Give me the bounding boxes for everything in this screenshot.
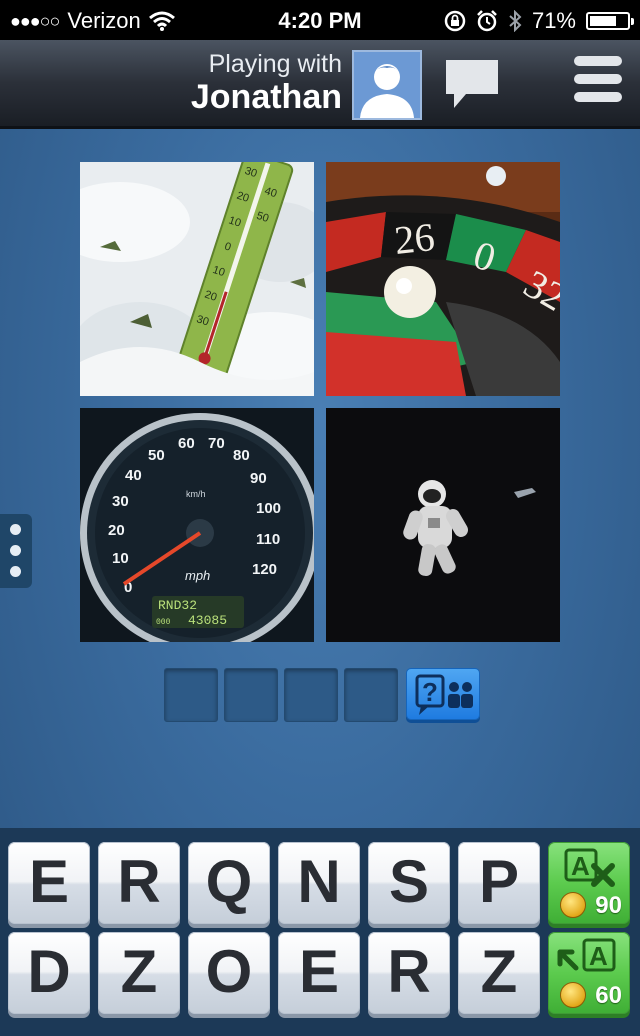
mph-tick: 80: [233, 447, 250, 464]
battery-icon: [586, 12, 634, 30]
thermometer-in-snow-image[interactable]: 30 20 10 0 10 20 30 40 50: [80, 162, 314, 396]
mph-tick: 60: [178, 435, 195, 452]
trip-label: 000: [156, 618, 171, 627]
remove-letter-icon: A: [564, 848, 615, 887]
mph-tick: 70: [208, 435, 225, 452]
ask-friends-button[interactable]: ?: [406, 668, 480, 720]
svg-text:A: A: [589, 941, 608, 971]
mph-tick: 40: [125, 467, 142, 484]
battery-level-fill: [590, 16, 616, 26]
powerup-cost: 60: [595, 982, 622, 1009]
mph-tick: 100: [256, 500, 281, 517]
letter-key[interactable]: O: [188, 932, 270, 1014]
chat-icon[interactable]: [442, 56, 502, 112]
speedometer-image[interactable]: 0 10 20 30 40 50 60 70 80 90 100 110 120…: [80, 408, 314, 642]
astronaut-in-space-image[interactable]: [326, 408, 560, 642]
remove-letters-button[interactable]: A 90: [548, 842, 630, 924]
ask-friends-icon: ?: [415, 674, 473, 715]
menu-icon[interactable]: [574, 56, 622, 110]
mph-tick: 90: [250, 470, 267, 487]
puzzle-image-grid: 30 20 10 0 10 20 30 40 50 26 0 32 0 10 2…: [80, 162, 560, 642]
alarm-icon: [477, 10, 497, 32]
letter-key[interactable]: E: [8, 842, 90, 924]
answer-slot[interactable]: [284, 668, 338, 722]
side-drawer-handle[interactable]: [0, 514, 32, 588]
answer-slot[interactable]: [164, 668, 218, 722]
letter-key[interactable]: E: [278, 932, 360, 1014]
letter-key[interactable]: Z: [98, 932, 180, 1014]
mph-tick: 10: [112, 550, 129, 567]
answer-slot[interactable]: [224, 668, 278, 722]
svg-text:?: ?: [422, 677, 438, 707]
mph-tick: 30: [112, 493, 129, 510]
avatar-icon[interactable]: [352, 50, 422, 120]
mph-tick: 110: [256, 531, 280, 548]
odometer: 43085: [188, 613, 227, 628]
reveal-letter-icon: A: [557, 938, 616, 972]
letter-key[interactable]: D: [8, 932, 90, 1014]
roulette-wheel-image[interactable]: 26 0 32: [326, 162, 560, 396]
opponent-name: Jonathan: [190, 78, 342, 116]
battery-percent: 71%: [531, 8, 576, 33]
mph-label: mph: [185, 568, 210, 583]
bluetooth-icon: [509, 10, 522, 32]
mph-tick: 20: [108, 522, 125, 539]
rotation-lock-icon: [444, 10, 466, 32]
letter-key[interactable]: P: [458, 842, 540, 924]
coin-icon: [560, 982, 586, 1008]
letter-keyboard: E R Q N S P A 90 D Z O E R Z A 60: [0, 828, 640, 1036]
reveal-letter-button[interactable]: A 60: [548, 932, 630, 1014]
letter-key[interactable]: S: [368, 842, 450, 924]
kmh-label: km/h: [186, 489, 206, 499]
mph-tick: 50: [148, 447, 165, 464]
powerup-cost: 90: [595, 892, 622, 919]
letter-key[interactable]: Q: [188, 842, 270, 924]
status-bar: ●●●○○ Verizon 4:20 PM 71%: [0, 0, 640, 40]
gear-indicator: RND32: [158, 598, 197, 613]
opponent-info: Playing with Jonathan: [191, 50, 342, 116]
mph-tick: 120: [252, 561, 277, 578]
letter-key[interactable]: R: [98, 842, 180, 924]
game-header: Playing with Jonathan: [0, 40, 640, 129]
svg-text:A: A: [571, 851, 590, 881]
letter-key[interactable]: Z: [458, 932, 540, 1014]
answer-slot[interactable]: [344, 668, 398, 722]
roulette-number: 26: [392, 214, 436, 263]
playing-with-label: Playing with: [208, 50, 342, 78]
letter-key[interactable]: N: [278, 842, 360, 924]
letter-key[interactable]: R: [368, 932, 450, 1014]
coin-icon: [560, 892, 586, 918]
